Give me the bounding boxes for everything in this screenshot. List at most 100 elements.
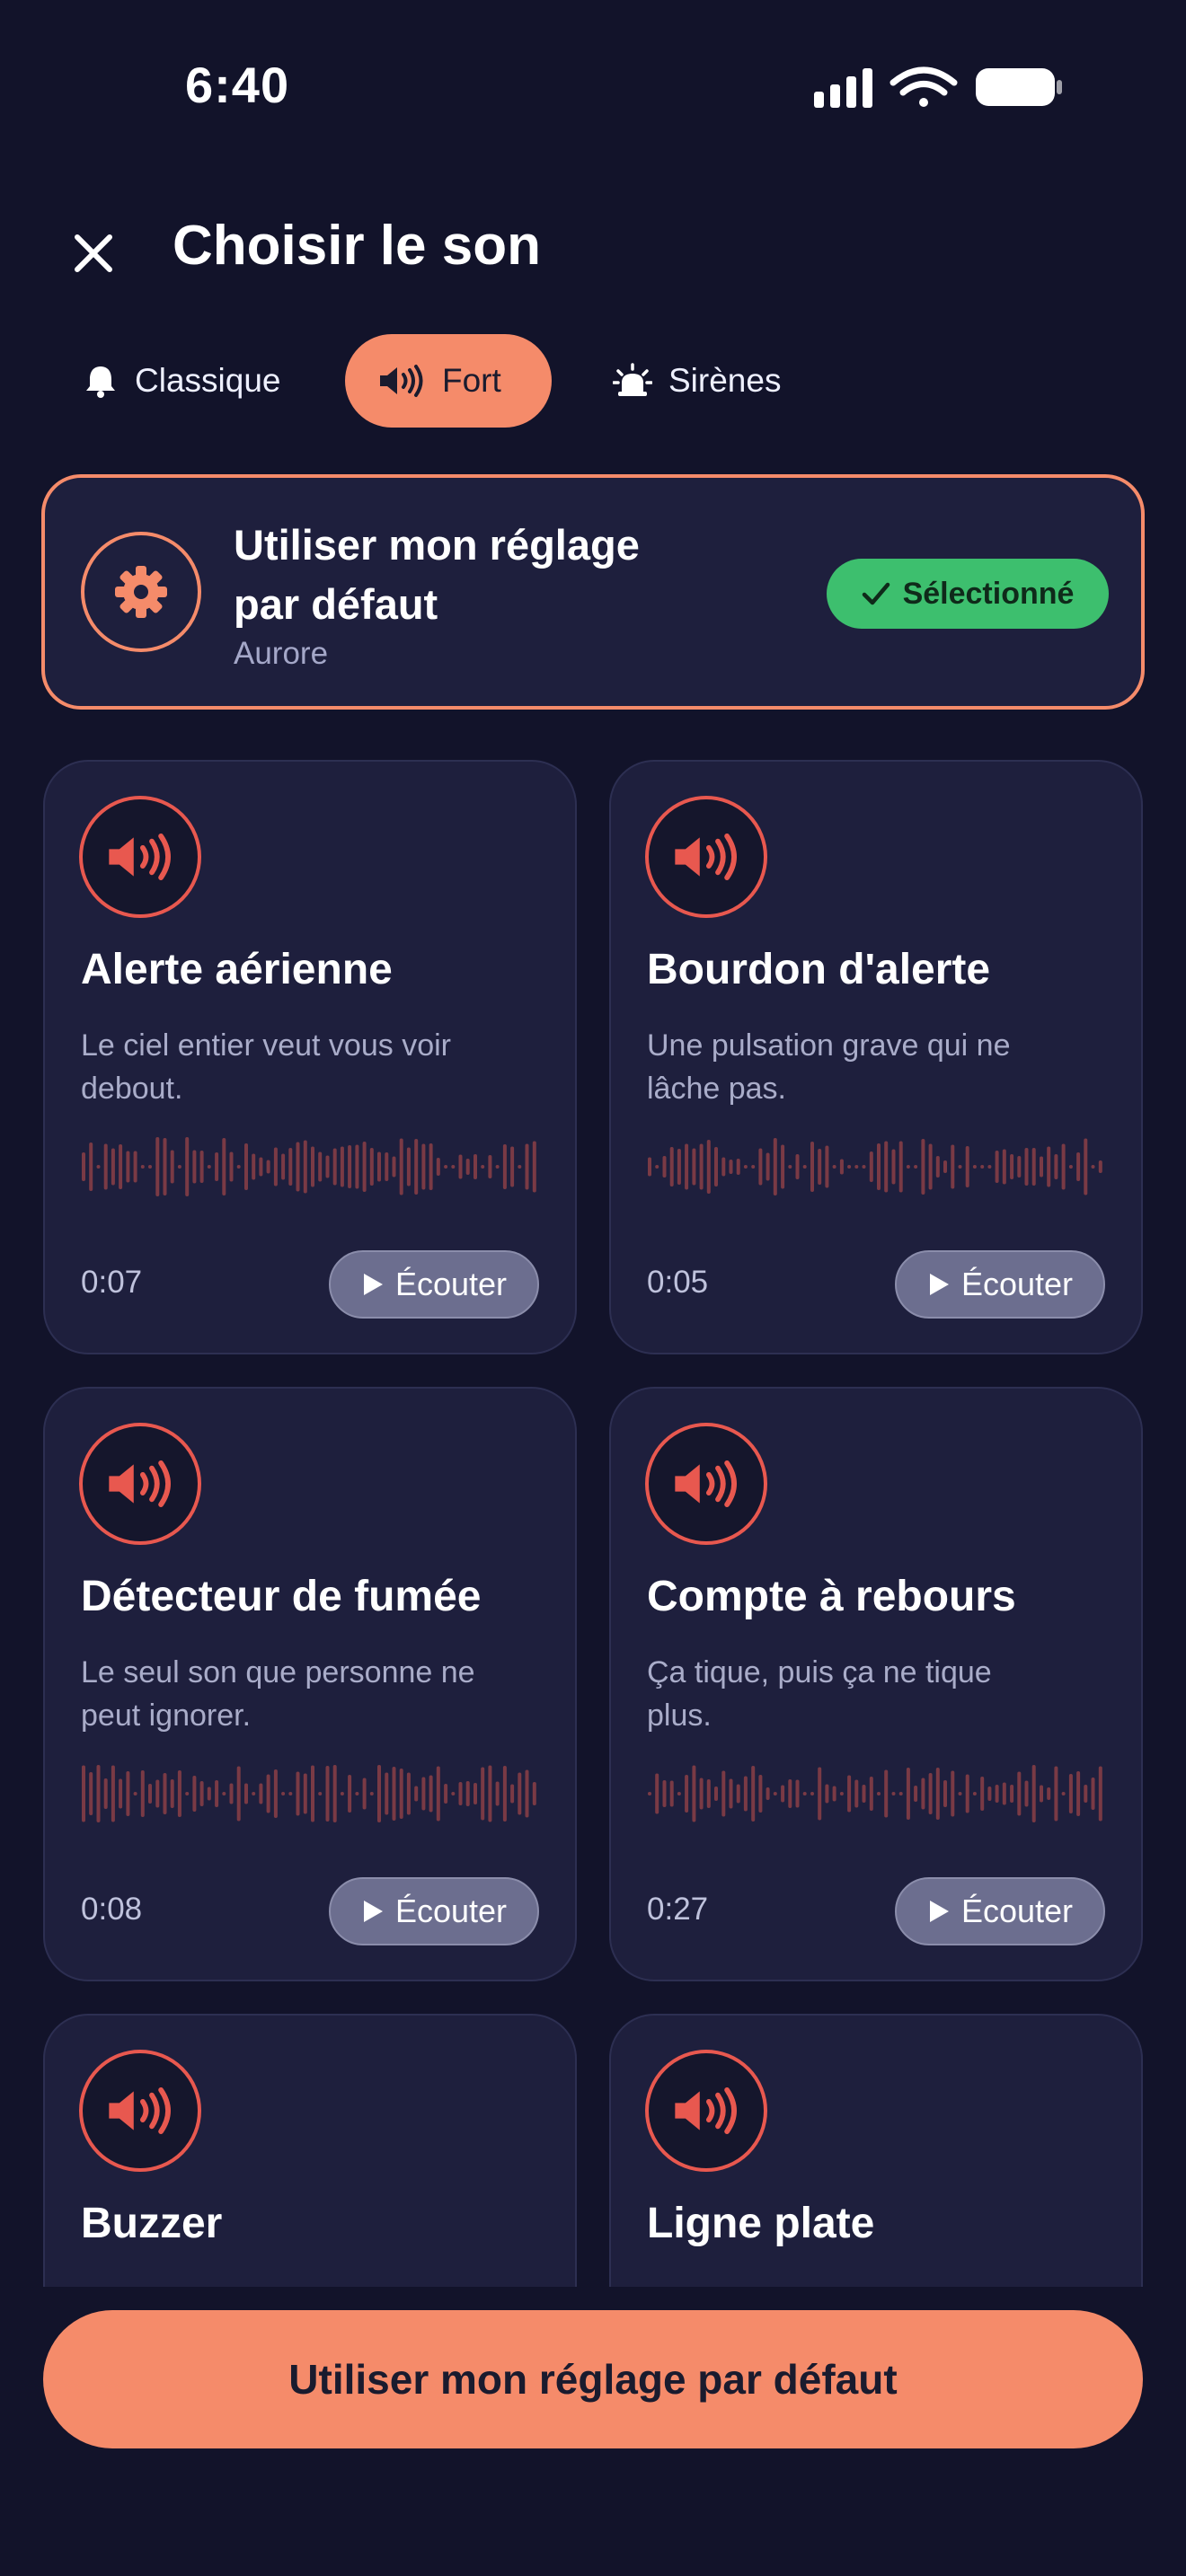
play-icon — [363, 1901, 383, 1922]
waveform-bar — [89, 1772, 93, 1815]
waveform-bar — [82, 1765, 85, 1822]
waveform-bar — [392, 1156, 396, 1178]
waveform-bar — [788, 1165, 792, 1169]
listen-button[interactable]: Écouter — [329, 1250, 539, 1319]
waveform-bar — [1031, 1148, 1036, 1186]
use-default-button[interactable]: Utiliser mon réglage par défaut — [43, 2310, 1143, 2448]
waveform-bar — [525, 1143, 529, 1190]
speaker-loud-icon — [675, 2087, 737, 2134]
waveform-bar — [399, 1769, 403, 1819]
waveform-bar — [458, 1782, 463, 1805]
waveform-bar — [474, 1154, 477, 1179]
waveform-bar — [980, 1777, 985, 1811]
waveform-bar — [847, 1775, 852, 1813]
waveform-bar — [82, 1152, 85, 1181]
waveform-bar — [111, 1148, 115, 1186]
waveform-bar — [802, 1165, 807, 1169]
waveform-bar — [229, 1151, 234, 1182]
waveform-bar — [288, 1148, 293, 1186]
waveform-bar — [921, 1139, 925, 1195]
listen-button[interactable]: Écouter — [329, 1877, 539, 1945]
sound-description: Le seul son que personne ne peut ignorer… — [81, 1655, 475, 1733]
waveform-bar — [126, 1771, 130, 1816]
waveform-bar — [126, 1151, 130, 1183]
waveform-bar — [273, 1769, 278, 1818]
sound-card[interactable]: Ligne plate — [609, 2014, 1143, 2287]
waveform-bar — [185, 1137, 190, 1196]
tab-sirenes[interactable]: Sirènes — [580, 334, 813, 428]
waveform-bar — [495, 1781, 500, 1806]
sound-card[interactable]: Détecteur de fumée Le seul son que perso… — [43, 1387, 577, 1981]
waveform-bar — [421, 1143, 426, 1190]
waveform-bar — [488, 1155, 492, 1178]
waveform-bar — [1054, 1154, 1058, 1179]
listen-button[interactable]: Écouter — [895, 1877, 1105, 1945]
waveform-bar — [669, 1147, 674, 1187]
waveform-bar — [259, 1157, 263, 1177]
sound-icon-circle — [645, 1423, 767, 1545]
tab-classique[interactable]: Classique — [50, 334, 313, 428]
waveform-bar — [1024, 1780, 1029, 1807]
waveform-bar — [891, 1149, 896, 1185]
sound-duration: 0:07 — [81, 1265, 143, 1300]
default-setting-subtitle: Aurore — [234, 636, 329, 671]
sound-name: Alerte aérienne — [81, 946, 393, 993]
waveform-bar — [155, 1779, 160, 1808]
waveform-bar — [891, 1792, 896, 1795]
close-button[interactable] — [66, 226, 120, 280]
waveform-bar — [951, 1144, 955, 1189]
sound-card[interactable]: Bourdon d'alerte Une pulsation grave qui… — [609, 760, 1143, 1354]
sound-card[interactable]: Buzzer — [43, 2014, 577, 2287]
waveform-bar — [854, 1779, 859, 1808]
waveform-bar — [1002, 1149, 1006, 1185]
selected-badge-label: Sélectionné — [902, 576, 1075, 611]
sound-card[interactable]: Alerte aérienne Le ciel entier veut vous… — [43, 760, 577, 1354]
waveform-bar — [1017, 1771, 1022, 1816]
waveform-bar — [266, 1160, 270, 1174]
waveform-bar — [170, 1779, 174, 1808]
listen-label: Écouter — [394, 1892, 508, 1929]
waveform-bar — [972, 1792, 977, 1795]
waveform-bar — [758, 1148, 763, 1186]
waveform-bar — [1031, 1765, 1036, 1822]
waveform-bar — [369, 1792, 374, 1795]
waveform-bar — [692, 1765, 696, 1822]
waveform-bar — [170, 1150, 174, 1184]
waveform-bar — [185, 1792, 190, 1795]
sound-icon-circle — [79, 796, 201, 918]
waveform-bar — [458, 1154, 463, 1179]
waveform-bar — [648, 1792, 651, 1795]
waveform-bar — [877, 1143, 881, 1190]
sound-card[interactable]: Compte à rebours Ça tique, puis ça ne ti… — [609, 1387, 1143, 1981]
waveform-bar — [773, 1138, 777, 1195]
waveform-bar — [847, 1165, 852, 1169]
waveform-bar — [215, 1152, 219, 1181]
waveform-bar — [965, 1774, 969, 1813]
waveform-bar — [677, 1149, 681, 1185]
sound-list[interactable]: Alerte aérienne Le ciel entier veut vous… — [0, 760, 1186, 2287]
listen-label: Écouter — [394, 1266, 508, 1302]
sound-duration: 0:05 — [647, 1265, 709, 1300]
waveform-bar — [244, 1143, 248, 1190]
waveform-bar — [399, 1138, 403, 1195]
battery-icon — [976, 68, 1062, 106]
wifi-icon — [890, 66, 958, 107]
tab-fort[interactable]: Fort — [345, 334, 552, 428]
default-setting-card[interactable]: Utiliser mon réglage par défaut Aurore S… — [41, 474, 1145, 710]
waveform-bar — [951, 1770, 955, 1817]
waveform-bar — [1061, 1792, 1066, 1795]
waveform-bar — [510, 1146, 515, 1187]
waveform-bar — [273, 1147, 278, 1187]
waveform-bar — [385, 1772, 389, 1815]
waveform-bar — [648, 1157, 651, 1177]
waveform-bar — [362, 1142, 367, 1192]
waveform-bar — [140, 1770, 145, 1817]
waveform-bar — [706, 1779, 711, 1808]
page-title: Choisir le son — [173, 215, 541, 277]
waveform-bar — [825, 1145, 829, 1188]
listen-button[interactable]: Écouter — [895, 1250, 1105, 1319]
waveform-bar — [736, 1159, 740, 1175]
cellular-signal-icon — [814, 68, 872, 108]
waveform-bar — [662, 1156, 667, 1178]
waveform-bar — [429, 1775, 433, 1813]
